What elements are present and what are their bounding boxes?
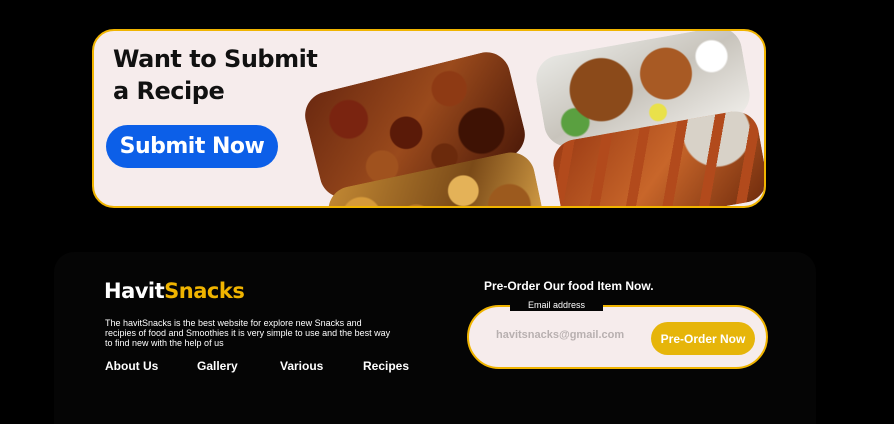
logo-text-havit: Havit [104, 279, 165, 303]
footer-nav: About Us Gallery Various Recipes [105, 359, 425, 375]
nav-link-recipes[interactable]: Recipes [363, 359, 409, 373]
nav-link-various[interactable]: Various [280, 359, 323, 373]
logo-text-snacks: Snacks [164, 279, 245, 303]
email-address-label: Email address [510, 299, 604, 311]
havitsnacks-logo[interactable]: HavitSnacks [104, 279, 245, 303]
nav-link-about-us[interactable]: About Us [105, 359, 158, 373]
banner-title: Want to Submit a Recipe [113, 45, 318, 105]
email-field[interactable] [496, 326, 646, 344]
preorder-now-button[interactable]: Pre-Order Now [651, 322, 755, 355]
footer-description: The havitSnacks is the best website for … [105, 318, 391, 348]
submit-now-button[interactable]: Submit Now [106, 125, 278, 168]
page: Want to Submit a Recipe Submit Now Havit… [0, 0, 894, 424]
preorder-heading: Pre-Order Our food Item Now. [484, 279, 654, 293]
recipe-banner: Want to Submit a Recipe Submit Now [92, 29, 766, 208]
nav-link-gallery[interactable]: Gallery [197, 359, 238, 373]
footer: HavitSnacks The havitSnacks is the best … [54, 252, 816, 424]
